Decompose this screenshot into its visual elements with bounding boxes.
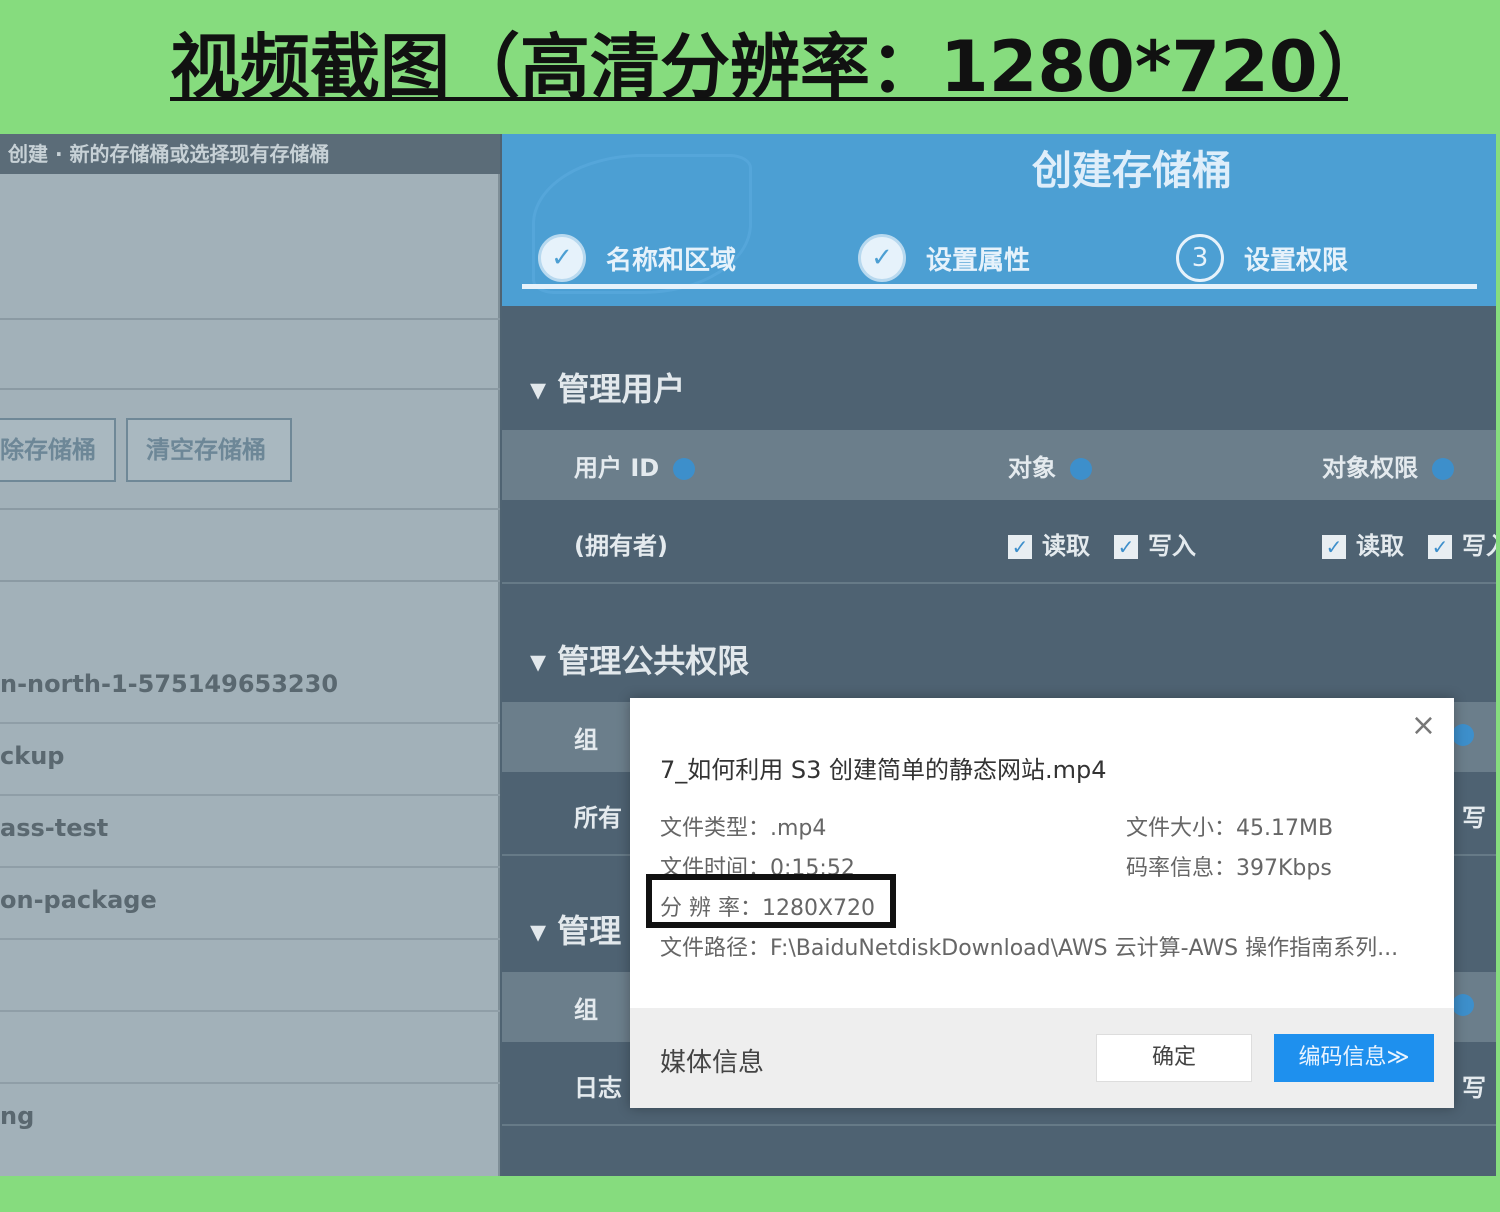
section-manage-logs[interactable]: ▾ 管理 (530, 906, 621, 952)
file-type: 文件类型：.mp4 (660, 816, 827, 841)
perm-read[interactable]: ✓ 读取 (1322, 526, 1404, 561)
panel-title: 创建存储桶 (1032, 148, 1232, 194)
col-user-id: 用户 ID (574, 448, 696, 483)
bucket-row[interactable]: ng (0, 1084, 500, 1156)
bucket-list-panel: 创建 · 新的存储桶或选择现有存储桶 除存储桶 清空存储桶 n-north-1-… (0, 134, 500, 1176)
bucket-row[interactable]: ckup (0, 724, 500, 796)
info-icon[interactable] (673, 458, 696, 480)
object-read[interactable]: ✓ 读取 (1008, 526, 1090, 561)
col-group: 组 (574, 726, 598, 754)
create-bucket-header: 创建存储桶 ✓ 名称和区域 ✓ 设置属性 3 设置权限 (502, 134, 1496, 306)
step-permissions[interactable]: 3 设置权限 (1176, 232, 1348, 284)
left-topbar: 创建 · 新的存储桶或选择现有存储桶 (0, 134, 500, 174)
divider (0, 388, 500, 390)
step-label: 名称和区域 (606, 245, 737, 276)
bucket-row[interactable] (0, 1012, 500, 1084)
delete-bucket-button[interactable]: 除存储桶 (0, 418, 116, 482)
divider (0, 580, 500, 582)
section-public-permissions[interactable]: ▾ 管理公共权限 (530, 636, 749, 682)
codec-info-button[interactable]: 编码信息≫ (1274, 1034, 1434, 1082)
write-label: 写 (1462, 1074, 1486, 1102)
bucket-row[interactable]: n-north-1-575149653230 (0, 652, 500, 724)
dialog-footer: 媒体信息 确定 编码信息≫ (630, 1008, 1454, 1108)
col-object: 对象 (1008, 448, 1092, 483)
frame-edge (1496, 134, 1500, 1176)
checkbox-checked-icon[interactable]: ✓ (1114, 535, 1138, 559)
info-icon[interactable] (1452, 990, 1474, 1018)
bucket-row[interactable]: on-package (0, 868, 500, 940)
info-icon[interactable] (1432, 458, 1454, 480)
object-write[interactable]: ✓ 写入 (1114, 526, 1196, 561)
checkbox-checked-icon[interactable]: ✓ (1008, 535, 1032, 559)
ok-button[interactable]: 确定 (1096, 1034, 1252, 1082)
step-progress-line (522, 284, 1477, 289)
close-icon[interactable]: × (1411, 708, 1436, 743)
table-row: (拥有者) ✓读取 ✓写入 ✓读取 ✓写入 (502, 500, 1496, 584)
bitrate: 码率信息：397Kbps (1126, 856, 1332, 881)
check-icon: ✓ (538, 234, 586, 282)
bucket-row[interactable]: ass-test (0, 796, 500, 868)
bucket-name: ng (0, 1102, 35, 1130)
step-name-region[interactable]: ✓ 名称和区域 (538, 232, 736, 284)
file-path: 文件路径：F:\BaiduNetdiskDownload\AWS 云计算-AWS… (660, 936, 1399, 961)
empty-bucket-button[interactable]: 清空存储桶 (126, 418, 292, 482)
write-label: 写 (1462, 804, 1486, 832)
users-table-header: 用户 ID 对象 对象权限 (502, 430, 1496, 500)
bucket-name: n-north-1-575149653230 (0, 670, 339, 698)
perm-write[interactable]: ✓写入 (1428, 526, 1496, 561)
step-label: 设置权限 (1244, 245, 1349, 276)
bucket-name: ckup (0, 742, 65, 770)
file-size: 文件大小：45.17MB (1126, 816, 1334, 841)
step-number: 3 (1176, 234, 1224, 282)
bucket-row[interactable] (0, 940, 500, 1012)
group-everyone: 所有 (574, 804, 622, 832)
step-label: 设置属性 (926, 245, 1031, 276)
group-log: 日志 (574, 1074, 622, 1102)
info-icon[interactable] (1452, 720, 1474, 748)
bucket-name: ass-test (0, 814, 109, 842)
checkbox-checked-icon[interactable]: ✓ (1322, 535, 1346, 559)
bottom-strip (0, 1176, 1500, 1212)
banner-title: 视频截图（高清分辨率：1280*720） (170, 26, 1348, 108)
divider (0, 318, 500, 320)
col-group: 组 (574, 996, 598, 1024)
media-info-label: 媒体信息 (660, 1048, 765, 1078)
checkbox-checked-icon[interactable]: ✓ (1428, 535, 1452, 559)
section-manage-users[interactable]: ▾ 管理用户 (530, 364, 685, 410)
left-topbar-text: 创建 · 新的存储桶或选择现有存储桶 (8, 142, 330, 166)
file-name: 7_如何利用 S3 创建简单的静态网站.mp4 (660, 756, 1107, 784)
media-info-dialog: × 7_如何利用 S3 创建简单的静态网站.mp4 文件类型：.mp4 文件大小… (630, 698, 1454, 1108)
col-object-permissions: 对象权限 (1322, 448, 1454, 483)
step-properties[interactable]: ✓ 设置属性 (858, 232, 1030, 284)
title-banner: 视频截图（高清分辨率：1280*720） (0, 0, 1500, 134)
check-icon: ✓ (858, 234, 906, 282)
owner-label: (拥有者) (574, 532, 668, 560)
info-icon[interactable] (1070, 458, 1092, 480)
bucket-name: on-package (0, 886, 157, 914)
resolution-highlight-box (646, 874, 896, 928)
divider (0, 508, 500, 510)
